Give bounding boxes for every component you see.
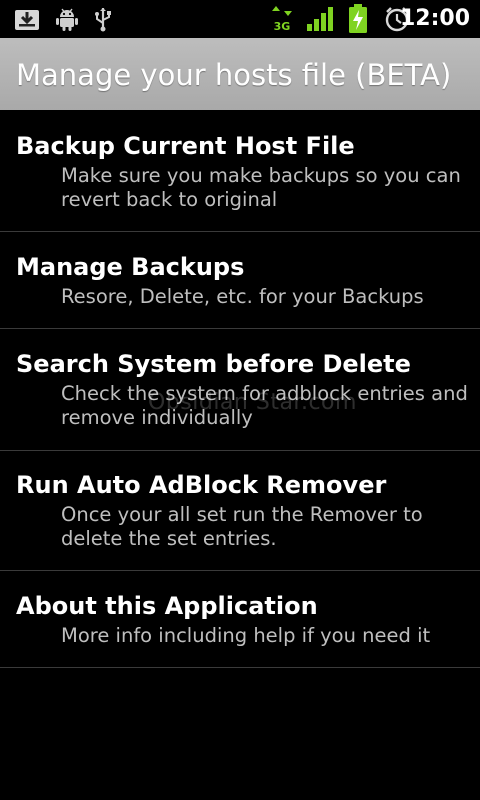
menu-item-run-adblock-remover[interactable]: Run Auto AdBlock Remover Once your all s… [0, 451, 480, 571]
menu-list: Backup Current Host File Make sure you m… [0, 110, 480, 668]
menu-item-title: Manage Backups [16, 253, 245, 281]
android-icon [54, 6, 80, 36]
watermark: Obsidian Star.com [148, 390, 357, 415]
menu-item-title: Backup Current Host File [16, 132, 355, 160]
menu-item-description: Make sure you make backups so you can re… [61, 164, 461, 211]
page-title: Manage your hosts file (BETA) [16, 58, 452, 92]
status-bar: 3G 12:00 [0, 0, 480, 38]
menu-item-title: Run Auto AdBlock Remover [16, 471, 387, 499]
signal-icon [306, 6, 334, 36]
menu-item-description: More info including help if you need it [61, 624, 431, 647]
menu-item-backup-host-file[interactable]: Backup Current Host File Make sure you m… [0, 110, 480, 232]
menu-item-manage-backups[interactable]: Manage Backups Resore, Delete, etc. for … [0, 232, 480, 329]
menu-item-about-application[interactable]: About this Application More info includi… [0, 571, 480, 668]
usb-icon [92, 6, 114, 36]
network-type-label: 3G [274, 20, 291, 33]
status-clock: 12:00 [399, 6, 470, 31]
data-3g-icon: 3G [270, 5, 294, 37]
menu-item-description: Resore, Delete, etc. for your Backups [61, 285, 424, 308]
battery-charging-icon [348, 4, 368, 38]
title-bar: Manage your hosts file (BETA) [0, 38, 480, 110]
download-icon [14, 6, 40, 36]
menu-item-description: Once your all set run the Remover to del… [61, 503, 423, 550]
menu-item-title: About this Application [16, 592, 318, 620]
menu-item-title: Search System before Delete [16, 350, 411, 378]
